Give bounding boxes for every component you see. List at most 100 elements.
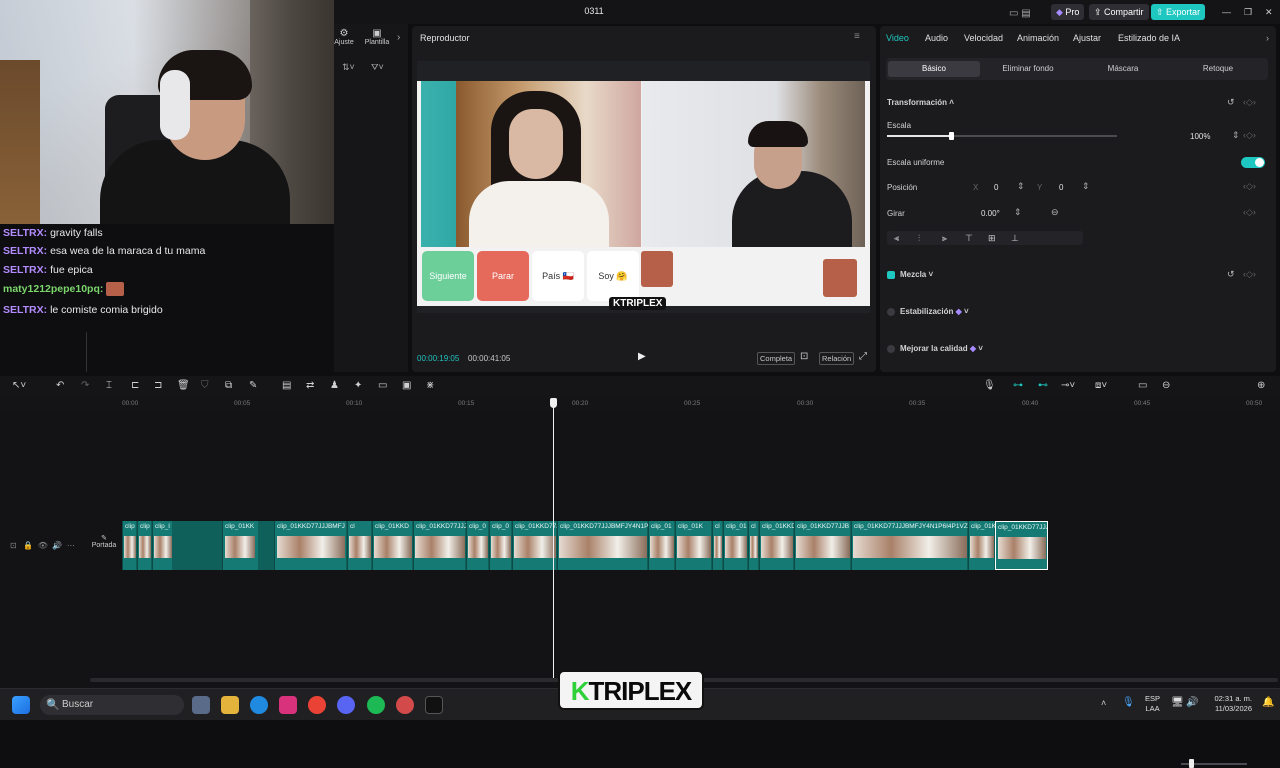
- clip[interactable]: clip_01KK: [222, 521, 258, 570]
- export-button[interactable]: ⇧ Exportar: [1151, 4, 1206, 20]
- keyframe-icon[interactable]: ‹◇›: [1243, 207, 1256, 218]
- position-y-input[interactable]: 0: [1059, 183, 1063, 192]
- clock[interactable]: 02:31 a. m. 11/03/2026: [1206, 694, 1252, 714]
- clip-selected[interactable]: clip_01KKD77JJJ: [995, 521, 1048, 570]
- crop-icon[interactable]: ⧉: [225, 380, 232, 391]
- clip[interactable]: clip_01KKD77JJJBMFJY4N1P6I4P1VZ0J: [851, 521, 968, 570]
- freeze-icon[interactable]: ▤: [282, 380, 291, 391]
- subtab-basic[interactable]: Básico: [888, 61, 980, 77]
- layout-icon[interactable]: ▭ ▤: [1004, 6, 1044, 22]
- clip[interactable]: cl: [712, 521, 722, 570]
- share-button[interactable]: ⇪ Compartir: [1089, 4, 1149, 20]
- clip[interactable]: clip: [137, 521, 151, 570]
- more-icon[interactable]: ⋯: [67, 541, 75, 550]
- minimize-icon[interactable]: —: [1217, 4, 1236, 20]
- close-icon[interactable]: ✕: [1260, 4, 1278, 20]
- trim-left-icon[interactable]: ⊏: [131, 380, 139, 391]
- align-middle-icon[interactable]: ⊞: [988, 233, 996, 244]
- reset-icon[interactable]: ↺: [1227, 97, 1235, 108]
- adjust-tab[interactable]: ⚙ Ajuste: [334, 28, 354, 46]
- language-indicator[interactable]: ESP LAA: [1145, 694, 1160, 714]
- screenshot-icon[interactable]: ⊡: [800, 351, 808, 362]
- tab-audio[interactable]: Audio: [925, 33, 948, 43]
- reset-icon[interactable]: ↺: [1227, 269, 1235, 280]
- play-icon[interactable]: ▶: [638, 351, 646, 362]
- country-button[interactable]: País 🇨🇱: [532, 251, 584, 301]
- clip[interactable]: clip_01KKD77JJJBMFJ: [274, 521, 346, 570]
- pen-icon[interactable]: ✎: [249, 380, 257, 391]
- clip[interactable]: clip_01KKD77JJB: [794, 521, 850, 570]
- timeline-ruler[interactable]: 00:00 00:05 00:10 00:15 00:20 00:25 00:3…: [0, 398, 1280, 412]
- align-center-icon[interactable]: ⫶: [918, 233, 920, 244]
- tray-arrow-icon[interactable]: ˄: [1101, 698, 1106, 708]
- redo-icon[interactable]: ↷: [81, 380, 89, 391]
- align-left-icon[interactable]: ⫷: [894, 233, 899, 244]
- rotate-dial-icon[interactable]: ⊖: [1051, 207, 1059, 218]
- stabilization-checkbox[interactable]: [887, 308, 895, 316]
- tab-video[interactable]: Video: [886, 33, 909, 43]
- rotate-input[interactable]: 0.00°: [981, 209, 1000, 218]
- gender-button[interactable]: Soy 🤗: [587, 251, 639, 301]
- stepper-icon[interactable]: ⇕: [1017, 181, 1025, 192]
- windows-start-icon[interactable]: [12, 696, 30, 714]
- clip[interactable]: cl: [748, 521, 758, 570]
- clip[interactable]: clip_01KKD77JJJ: [413, 521, 466, 570]
- scale-slider[interactable]: [887, 132, 1117, 140]
- notification-icon[interactable]: 🔔: [1262, 697, 1274, 708]
- preview-axis-icon[interactable]: ⧈˅: [1095, 380, 1107, 391]
- network-icon[interactable]: 🖥: [1171, 697, 1184, 708]
- taskbar-search[interactable]: 🔍 Buscar: [40, 695, 184, 715]
- zoom-in-icon[interactable]: ⊕: [1257, 380, 1265, 391]
- person-icon[interactable]: ♟: [330, 380, 339, 391]
- shield-icon[interactable]: ⛉: [201, 380, 209, 391]
- scale-value[interactable]: 100%: [1190, 132, 1210, 141]
- align-top-icon[interactable]: ⊤: [965, 233, 973, 244]
- trim-right-icon[interactable]: ⊐: [154, 380, 162, 391]
- instagram-icon[interactable]: [279, 696, 297, 714]
- collapse-arrow-icon[interactable]: ›: [397, 32, 400, 43]
- transform-header[interactable]: Transformación ˄: [887, 98, 954, 107]
- reverse-icon[interactable]: ⇄: [306, 380, 314, 391]
- clip[interactable]: clip_01K: [968, 521, 995, 570]
- next-button[interactable]: Siguiente: [422, 251, 474, 301]
- clip[interactable]: clip_01K: [675, 521, 711, 570]
- magic-icon[interactable]: ✦: [354, 380, 362, 391]
- video-preview[interactable]: Siguiente Parar País 🇨🇱 Soy 🤗: [417, 61, 870, 313]
- microphone-icon[interactable]: 🎙: [983, 380, 996, 391]
- blend-header[interactable]: Mezcla ˅: [900, 270, 933, 279]
- select-cursor-icon[interactable]: ↖˅: [12, 380, 26, 391]
- keyframe-icon[interactable]: ‹◇›: [1243, 97, 1256, 108]
- edge-icon[interactable]: [250, 696, 268, 714]
- menu-icon[interactable]: ≡: [854, 31, 860, 42]
- clip[interactable]: clip_01: [723, 521, 747, 570]
- undo-icon[interactable]: ↶: [56, 380, 64, 391]
- discord-icon[interactable]: [337, 696, 355, 714]
- lock-icon[interactable]: 🔒: [23, 541, 33, 550]
- stepper-icon[interactable]: ⇕: [1232, 130, 1240, 141]
- chrome-icon[interactable]: [308, 696, 326, 714]
- keyframe-icon[interactable]: ‹◇›: [1243, 130, 1256, 141]
- app-icon[interactable]: [396, 696, 414, 714]
- filter-icon[interactable]: ⛛˅: [371, 62, 384, 73]
- fullscreen-mode-button[interactable]: Completa: [757, 352, 796, 365]
- align-bottom-icon[interactable]: ⊥: [1011, 233, 1019, 244]
- zoom-handle[interactable]: [1189, 759, 1194, 768]
- expand-icon[interactable]: ⤢: [859, 351, 867, 362]
- split-icon[interactable]: ⌶: [106, 380, 112, 391]
- clip[interactable]: clip_01KKD77JJJBMFJY4N1P6: [557, 521, 648, 570]
- mic-tray-icon[interactable]: 🎙: [1122, 697, 1135, 708]
- panel-scroll-icon[interactable]: ›: [1266, 33, 1269, 43]
- keyframe-icon[interactable]: ‹◇›: [1243, 181, 1256, 192]
- position-x-input[interactable]: 0: [994, 183, 998, 192]
- store-icon[interactable]: [192, 696, 210, 714]
- keyframe-icon[interactable]: ‹◇›: [1243, 269, 1256, 280]
- templates-tab[interactable]: ▣ Plantilla: [360, 28, 394, 46]
- clip[interactable]: clip_01KKD: [372, 521, 412, 570]
- clip[interactable]: clip_0: [489, 521, 511, 570]
- caption-icon[interactable]: ▭: [378, 380, 387, 391]
- zoom-out-icon[interactable]: ⊖: [1162, 380, 1170, 391]
- delete-icon[interactable]: 🗑: [177, 380, 190, 391]
- tab-speed[interactable]: Velocidad: [964, 33, 1003, 43]
- audio-split-icon[interactable]: ⋇: [426, 380, 434, 391]
- clip[interactable]: clip_01KKD77JJ: [512, 521, 557, 570]
